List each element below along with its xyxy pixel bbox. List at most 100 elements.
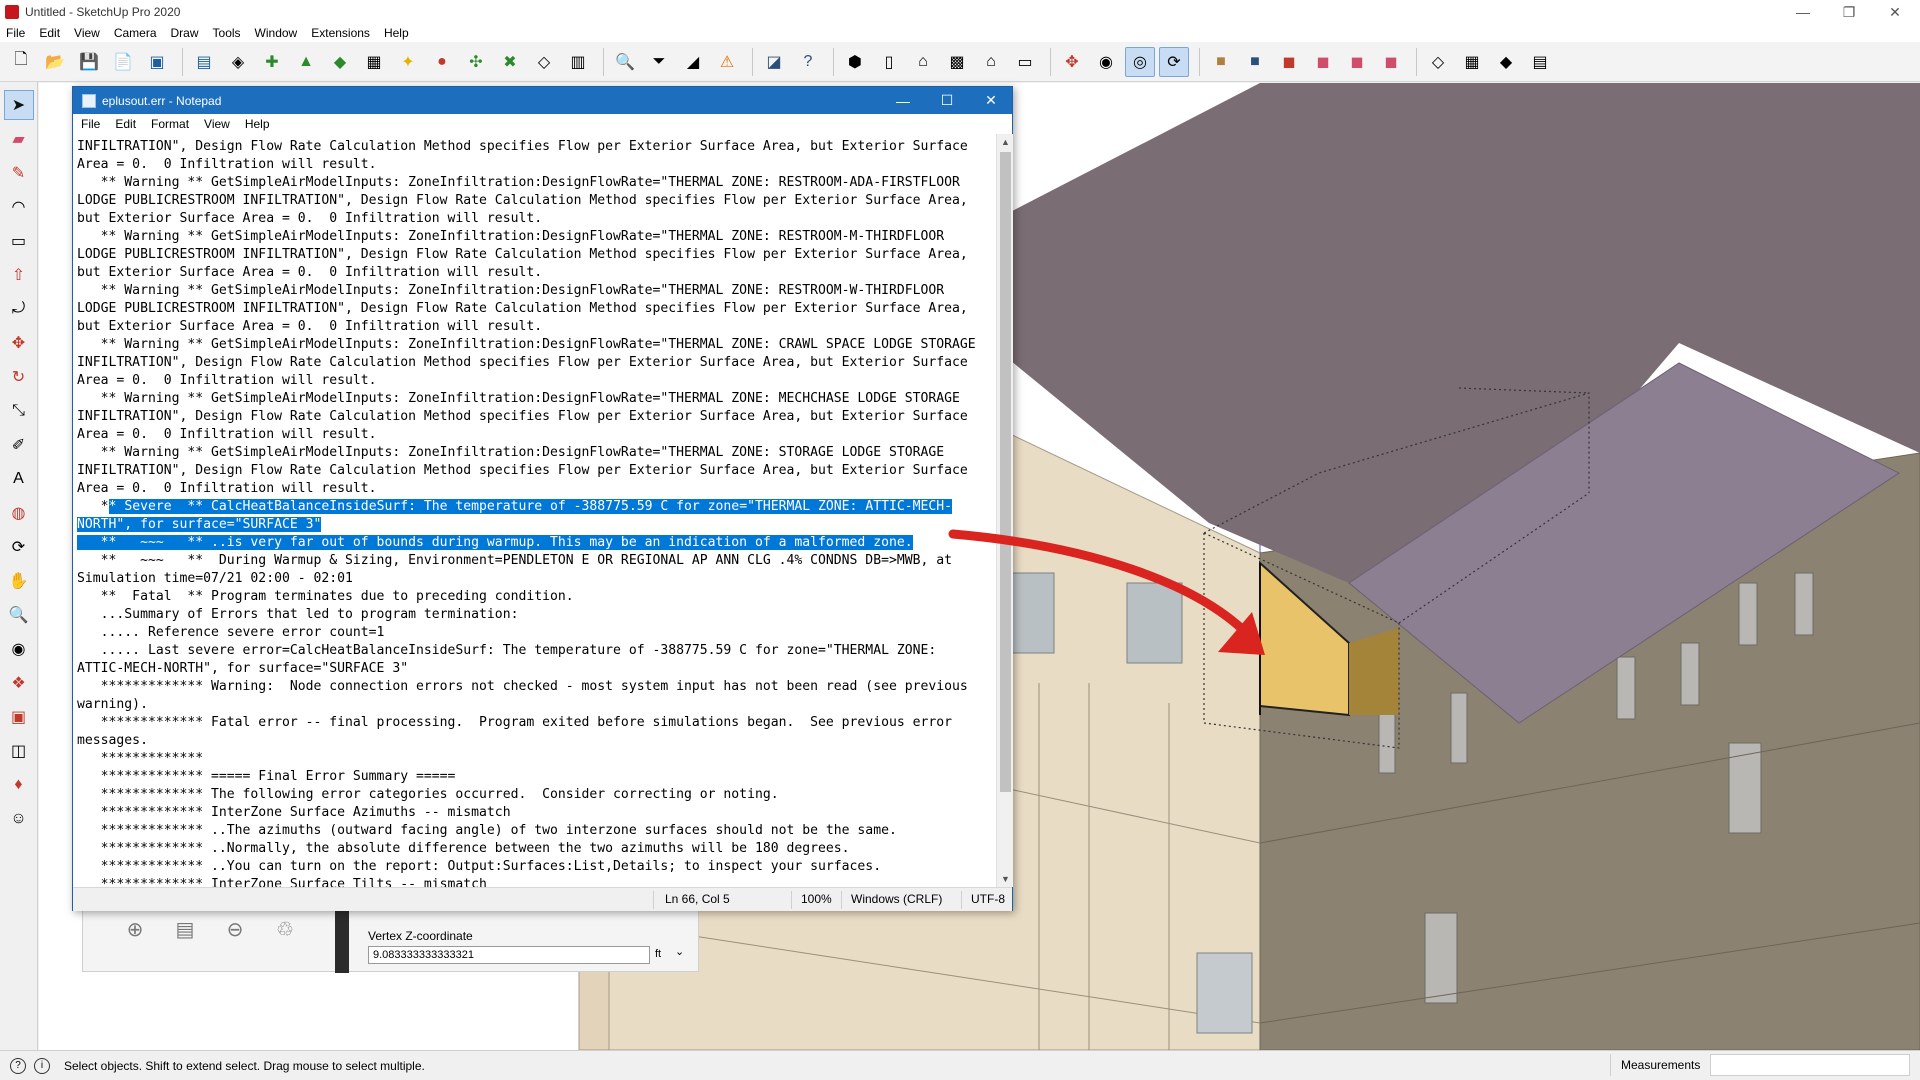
tape-measure-icon[interactable]: ✐ xyxy=(4,430,34,460)
air-loop-icon[interactable]: ● xyxy=(427,47,457,77)
restore-button[interactable]: ❐ xyxy=(1826,0,1872,24)
water-icon[interactable]: ✖ xyxy=(495,47,525,77)
move-icon[interactable]: ✥ xyxy=(1057,47,1087,77)
close-button[interactable]: ✕ xyxy=(1872,0,1918,24)
rotate-icon[interactable]: ↻ xyxy=(4,362,34,392)
shape-pink2-icon[interactable]: ◼ xyxy=(1342,47,1372,77)
np-menu-edit[interactable]: Edit xyxy=(115,117,136,131)
paint-bucket-icon[interactable]: ◍ xyxy=(4,498,34,528)
eraser-icon[interactable]: ▰ xyxy=(4,124,34,154)
np-menu-view[interactable]: View xyxy=(204,117,230,131)
open-idf-icon[interactable]: 📄 xyxy=(108,47,138,77)
menu-file[interactable]: File xyxy=(6,26,25,40)
notepad-text-area[interactable]: INFILTRATION", Design Flow Rate Calculat… xyxy=(73,134,996,887)
shape-pink3-icon[interactable]: ◼ xyxy=(1376,47,1406,77)
measurements-input[interactable] xyxy=(1710,1054,1911,1076)
warning-icon[interactable]: ⚠ xyxy=(712,47,742,77)
chevron-down-icon[interactable]: ⌄ xyxy=(675,945,684,958)
shape-red-icon[interactable]: ◼ xyxy=(1274,47,1304,77)
save-icon[interactable]: 💾 xyxy=(74,47,104,77)
space-icon[interactable]: ◈ xyxy=(223,47,253,77)
push-pull-icon[interactable]: ⇧ xyxy=(4,260,34,290)
pan-icon[interactable]: ✋ xyxy=(4,566,34,596)
recycle-icon[interactable]: ♲ xyxy=(269,913,301,945)
np-menu-file[interactable]: File xyxy=(81,117,100,131)
np-menu-help[interactable]: Help xyxy=(245,117,270,131)
idf-icon[interactable]: ▣ xyxy=(142,47,172,77)
minimize-button[interactable]: — xyxy=(1780,0,1826,24)
scale-icon[interactable]: ⤡ xyxy=(4,396,34,426)
grid-cube-icon[interactable]: ▦ xyxy=(1457,47,1487,77)
scroll-down-icon[interactable]: ▼ xyxy=(997,871,1014,887)
thermal-zone-icon[interactable]: ✚ xyxy=(257,47,287,77)
zoom-icon[interactable]: 🔍 xyxy=(4,600,34,630)
house-icon[interactable]: ⌂ xyxy=(908,47,938,77)
open-folder-icon[interactable]: 📂 xyxy=(40,47,70,77)
notepad-close-button[interactable]: ✕ xyxy=(969,87,1013,114)
vertex-z-input[interactable]: 9.083333333333321 xyxy=(368,946,650,964)
iso-view-icon[interactable]: ⬢ xyxy=(840,47,870,77)
plant-loop-icon[interactable]: ✣ xyxy=(461,47,491,77)
menu-window[interactable]: Window xyxy=(255,26,298,40)
notepad-minimize-button[interactable]: — xyxy=(881,87,925,114)
wireframe-icon[interactable]: ◇ xyxy=(1423,47,1453,77)
building-view-icon[interactable]: ▩ xyxy=(942,47,972,77)
info-icon[interactable]: i xyxy=(34,1057,50,1074)
menu-help[interactable]: Help xyxy=(384,26,409,40)
render-mode-icon[interactable]: ◢ xyxy=(678,47,708,77)
scroll-up-icon[interactable]: ▲ xyxy=(997,134,1014,150)
notepad-window[interactable]: eplusout.err - Notepad — ☐ ✕ File Edit F… xyxy=(72,86,1013,911)
solid-cube-icon[interactable]: ◆ xyxy=(1491,47,1521,77)
shape-pink-icon[interactable]: ◼ xyxy=(1308,47,1338,77)
inspector-icon[interactable]: ◪ xyxy=(759,47,789,77)
menu-extensions[interactable]: Extensions xyxy=(311,26,370,40)
pencil-icon[interactable]: ✎ xyxy=(4,158,34,188)
zoom-window-icon[interactable]: ◎ xyxy=(1125,46,1155,77)
warehouse-icon[interactable]: ▣ xyxy=(4,702,34,732)
zoom-extents-icon[interactable]: ◉ xyxy=(4,634,34,664)
schedule-icon[interactable]: ▦ xyxy=(359,47,389,77)
notepad-vertical-scrollbar[interactable]: ▲ ▼ xyxy=(996,134,1013,887)
menu-camera[interactable]: Camera xyxy=(114,26,157,40)
remove-circle-icon[interactable]: ⊖ xyxy=(219,913,251,945)
house-outline-icon[interactable]: ⌂ xyxy=(976,47,1006,77)
shading-icon[interactable]: ◇ xyxy=(529,47,559,77)
orbit-icon[interactable]: ⟳ xyxy=(4,532,34,562)
document-icon[interactable]: ▤ xyxy=(169,913,201,945)
move-icon[interactable]: ✥ xyxy=(4,328,34,358)
select-arrow-icon[interactable]: ➤ xyxy=(3,90,34,120)
offset-icon[interactable]: ⤾ xyxy=(4,294,34,324)
profile-icon[interactable]: ☺ xyxy=(4,804,34,834)
box-icon[interactable]: ■ xyxy=(1206,47,1236,77)
light-icon[interactable]: ✦ xyxy=(393,47,423,77)
geo-location-icon[interactable]: ? xyxy=(10,1057,26,1074)
box-dark-icon[interactable]: ■ xyxy=(1240,47,1270,77)
text-icon[interactable]: A xyxy=(4,464,34,494)
calendar-icon[interactable]: ▤ xyxy=(1525,47,1555,77)
help-icon[interactable]: ? xyxy=(793,47,823,77)
search-icon[interactable]: 🔍 xyxy=(610,47,640,77)
front-view-icon[interactable]: ▯ xyxy=(874,47,904,77)
filter-icon[interactable]: ⏷ xyxy=(644,47,674,77)
scrollbar-thumb[interactable] xyxy=(1000,152,1011,792)
np-menu-format[interactable]: Format xyxy=(151,117,189,131)
extension-icon[interactable]: ◫ xyxy=(4,736,34,766)
zoom-extents-icon[interactable]: ◉ xyxy=(1091,47,1121,77)
component-icon[interactable]: ❖ xyxy=(4,668,34,698)
menu-tools[interactable]: Tools xyxy=(213,26,241,40)
arc-icon[interactable]: ◠ xyxy=(4,192,34,222)
menu-draw[interactable]: Draw xyxy=(171,26,199,40)
add-circle-icon[interactable]: ⊕ xyxy=(119,913,151,945)
menu-view[interactable]: View xyxy=(74,26,100,40)
rectangle-icon[interactable]: ▭ xyxy=(4,226,34,256)
orbit-icon[interactable]: ⟳ xyxy=(1159,46,1189,77)
new-file-icon[interactable]: 🗋 xyxy=(6,47,36,77)
idf-export-icon[interactable]: ▤ xyxy=(189,47,219,77)
grid-icon[interactable]: ▥ xyxy=(563,47,593,77)
menu-edit[interactable]: Edit xyxy=(39,26,60,40)
ruby-icon[interactable]: ♦ xyxy=(4,770,34,800)
construction-icon[interactable]: ◆ xyxy=(325,47,355,77)
notepad-maximize-button[interactable]: ☐ xyxy=(925,87,969,114)
garage-icon[interactable]: ▭ xyxy=(1010,47,1040,77)
building-icon[interactable]: ▲ xyxy=(291,47,321,77)
